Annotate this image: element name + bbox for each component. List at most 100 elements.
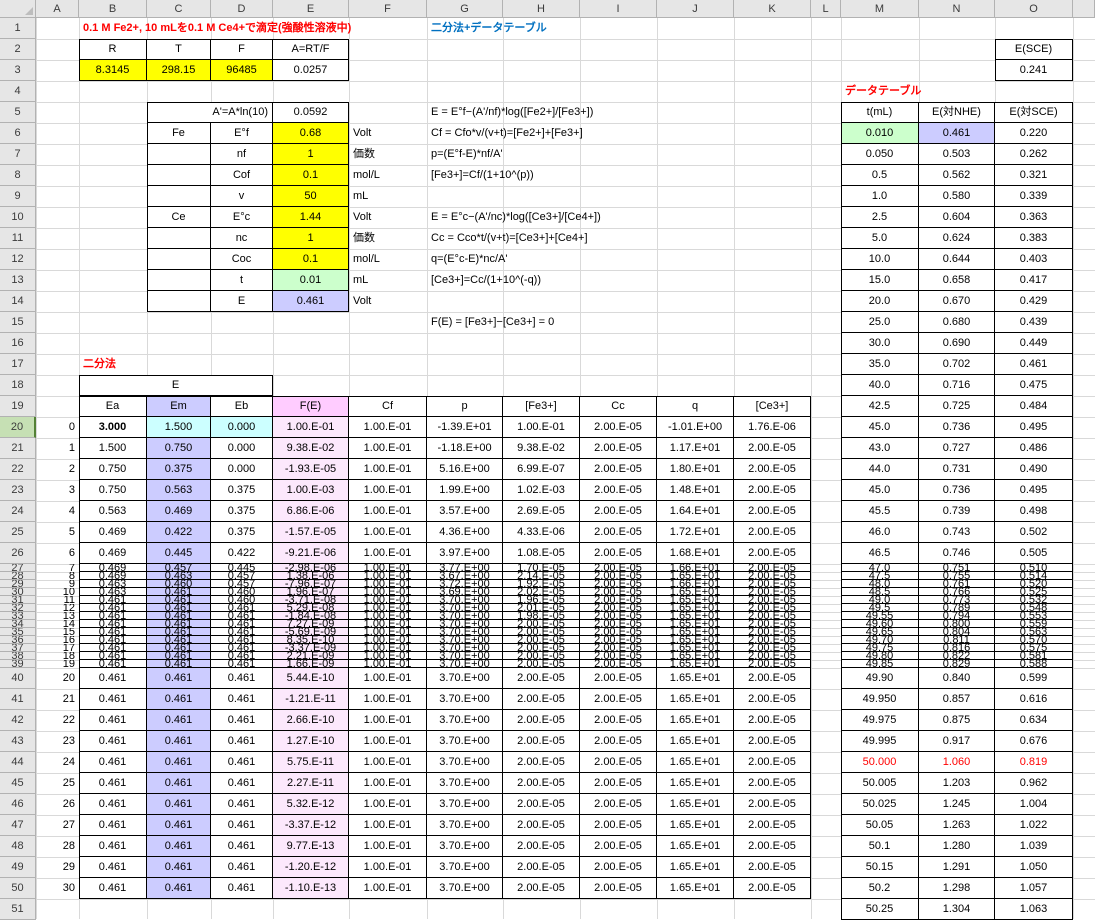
row-header-7[interactable]: 7	[0, 144, 36, 165]
cell-H19[interactable]: [Fe3+]	[503, 396, 580, 417]
cell-F23[interactable]: 1.00.E-01	[349, 480, 427, 501]
cell-C49[interactable]: 0.461	[147, 857, 211, 878]
cell-M43[interactable]: 49.995	[841, 731, 919, 752]
cell-K28[interactable]: 2.00.E-05	[734, 572, 811, 580]
cell-F11[interactable]: 価数	[349, 228, 427, 249]
cell-I31[interactable]: 2.00.E-05	[580, 596, 657, 604]
cell-I23[interactable]: 2.00.E-05	[580, 480, 657, 501]
cell-N41[interactable]: 0.857	[919, 689, 995, 710]
cell-N45[interactable]: 1.203	[919, 773, 995, 794]
cell-J24[interactable]: 1.64.E+01	[657, 501, 734, 522]
cell-E9[interactable]: 50	[273, 186, 349, 207]
cell-D34[interactable]: 0.461	[211, 620, 273, 628]
row-header-34[interactable]: 34	[0, 620, 36, 628]
cell-O37[interactable]: 0.575	[995, 644, 1073, 652]
cell-K38[interactable]: 2.00.E-05	[734, 652, 811, 660]
cell-J22[interactable]: 1.80.E+01	[657, 459, 734, 480]
cell-C45[interactable]: 0.461	[147, 773, 211, 794]
cell-M29[interactable]: 48.0	[841, 580, 919, 588]
row-header-10[interactable]: 10	[0, 207, 36, 228]
cell-O18[interactable]: 0.475	[995, 375, 1073, 396]
cell-O20[interactable]: 0.495	[995, 417, 1073, 438]
column-header-H[interactable]: H	[503, 0, 580, 18]
cell-F45[interactable]: 1.00.E-01	[349, 773, 427, 794]
cell-E34[interactable]: 7.27.E-09	[273, 620, 349, 628]
cell-I19[interactable]: Cc	[580, 396, 657, 417]
cell-I34[interactable]: 2.00.E-05	[580, 620, 657, 628]
cell-F47[interactable]: 1.00.E-01	[349, 815, 427, 836]
cell-N30[interactable]: 0.766	[919, 588, 995, 596]
cell-H46[interactable]: 2.00.E-05	[503, 794, 580, 815]
cell-D28[interactable]: 0.457	[211, 572, 273, 580]
cell-K27[interactable]: 2.00.E-05	[734, 564, 811, 572]
cell-I28[interactable]: 2.00.E-05	[580, 572, 657, 580]
cell-D46[interactable]: 0.461	[211, 794, 273, 815]
cell-D22[interactable]: 0.000	[211, 459, 273, 480]
cell-E11[interactable]: 1	[273, 228, 349, 249]
cell-C26[interactable]: 0.445	[147, 543, 211, 564]
cell-C39[interactable]: 0.461	[147, 660, 211, 668]
cell-O17[interactable]: 0.461	[995, 354, 1073, 375]
cell-C36[interactable]: 0.461	[147, 636, 211, 644]
cell-F26[interactable]: 1.00.E-01	[349, 543, 427, 564]
cell-M8[interactable]: 0.5	[841, 165, 919, 186]
cell-N21[interactable]: 0.727	[919, 438, 995, 459]
cell-G37[interactable]: 3.70.E+00	[427, 644, 503, 652]
cell-F33[interactable]: 1.00.E-01	[349, 612, 427, 620]
cell-A37[interactable]: 17	[36, 644, 79, 652]
cell-N42[interactable]: 0.875	[919, 710, 995, 731]
cell-C10[interactable]: Ce	[147, 207, 211, 228]
cell-E23[interactable]: 1.00.E-03	[273, 480, 349, 501]
cell-E22[interactable]: -1.93.E-05	[273, 459, 349, 480]
cell-K20[interactable]: 1.76.E-06	[734, 417, 811, 438]
cell-I48[interactable]: 2.00.E-05	[580, 836, 657, 857]
cell-G30[interactable]: 3.69.E+00	[427, 588, 503, 596]
cell-I29[interactable]: 2.00.E-05	[580, 580, 657, 588]
cell-M33[interactable]: 49.55	[841, 612, 919, 620]
cell-B25[interactable]: 0.469	[79, 522, 147, 543]
cell-H42[interactable]: 2.00.E-05	[503, 710, 580, 731]
cell-F39[interactable]: 1.00.E-01	[349, 660, 427, 668]
cell-I38[interactable]: 2.00.E-05	[580, 652, 657, 660]
cell-J44[interactable]: 1.65.E+01	[657, 752, 734, 773]
cell-F31[interactable]: 1.00.E-01	[349, 596, 427, 604]
cell-K47[interactable]: 2.00.E-05	[734, 815, 811, 836]
cell-K34[interactable]: 2.00.E-05	[734, 620, 811, 628]
cell-K50[interactable]: 2.00.E-05	[734, 878, 811, 899]
cell-B44[interactable]: 0.461	[79, 752, 147, 773]
cell-G29[interactable]: 3.72.E+00	[427, 580, 503, 588]
cell-J31[interactable]: 1.65.E+01	[657, 596, 734, 604]
row-header-49[interactable]: 49	[0, 857, 36, 878]
formula-row7[interactable]: p=(E°f-E)*nf/A'	[427, 144, 841, 165]
cell-B47[interactable]: 0.461	[79, 815, 147, 836]
row-header-47[interactable]: 47	[0, 815, 36, 836]
row-header-5[interactable]: 5	[0, 102, 36, 123]
column-header-F[interactable]: F	[349, 0, 427, 18]
row-header-43[interactable]: 43	[0, 731, 36, 752]
cell-N26[interactable]: 0.746	[919, 543, 995, 564]
cell-F48[interactable]: 1.00.E-01	[349, 836, 427, 857]
cell-B27[interactable]: 0.469	[79, 564, 147, 572]
cell-N18[interactable]: 0.716	[919, 375, 995, 396]
cell-G44[interactable]: 3.70.E+00	[427, 752, 503, 773]
cell-M26[interactable]: 46.5	[841, 543, 919, 564]
cell-C46[interactable]: 0.461	[147, 794, 211, 815]
cell-F13[interactable]: mL	[349, 270, 427, 291]
cell-D41[interactable]: 0.461	[211, 689, 273, 710]
cell-M15[interactable]: 25.0	[841, 312, 919, 333]
cell-D35[interactable]: 0.461	[211, 628, 273, 636]
cell-N28[interactable]: 0.755	[919, 572, 995, 580]
row-header-8[interactable]: 8	[0, 165, 36, 186]
column-header-K[interactable]: K	[734, 0, 811, 18]
cell-G50[interactable]: 3.70.E+00	[427, 878, 503, 899]
cell-J29[interactable]: 1.66.E+01	[657, 580, 734, 588]
cell-G25[interactable]: 4.36.E+00	[427, 522, 503, 543]
cell-B46[interactable]: 0.461	[79, 794, 147, 815]
cell-N5[interactable]: E(対NHE)	[919, 102, 995, 123]
cell-K33[interactable]: 2.00.E-05	[734, 612, 811, 620]
cell-O26[interactable]: 0.505	[995, 543, 1073, 564]
cell-J28[interactable]: 1.65.E+01	[657, 572, 734, 580]
cell-C22[interactable]: 0.375	[147, 459, 211, 480]
cell-I21[interactable]: 2.00.E-05	[580, 438, 657, 459]
row-header-13[interactable]: 13	[0, 270, 36, 291]
